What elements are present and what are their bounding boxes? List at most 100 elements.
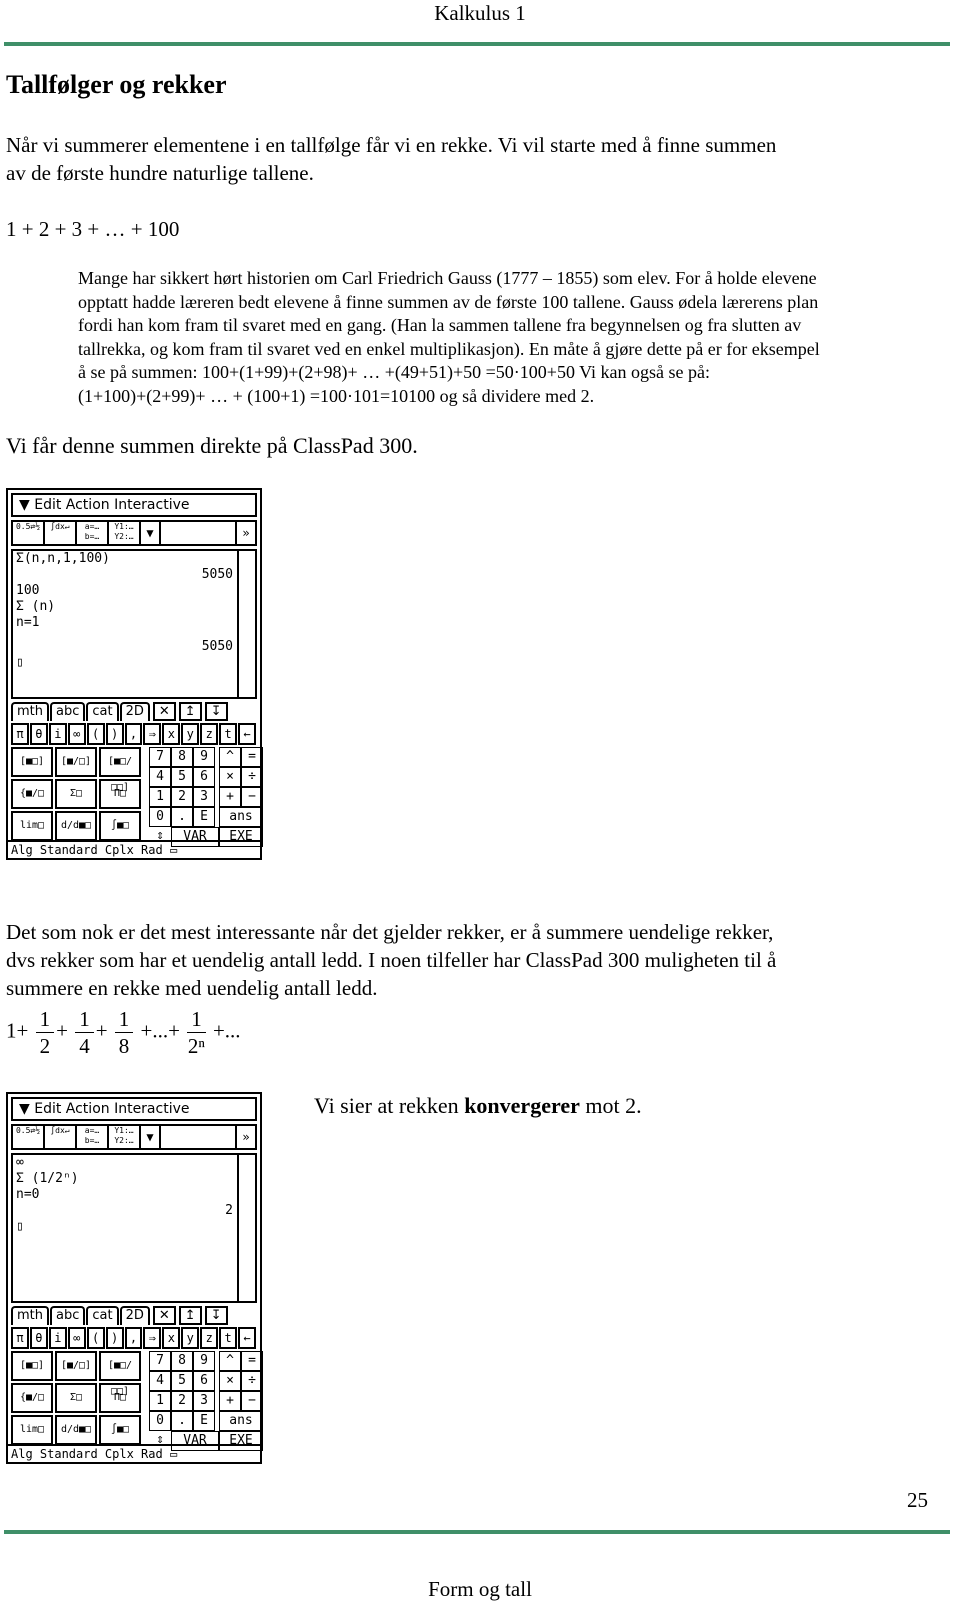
key-exp: E	[193, 1411, 215, 1431]
calc-status-bar: Alg Standard Cplx Rad ▭	[8, 840, 260, 858]
infinite-line-1: Det som nok er det mest interessante når…	[6, 920, 774, 944]
down-icon: ↧	[204, 702, 228, 721]
key-2: 2	[171, 787, 193, 807]
symbol-row: π θ i ∞ ( ) , ⇒ x y z t ←	[11, 723, 257, 745]
toolbar-assign-icon: a=… b=…	[77, 1126, 109, 1148]
key-template: Σ□	[55, 1383, 97, 1413]
key-template: [■□]	[11, 747, 53, 777]
key-backspace: ←	[238, 723, 256, 745]
gauss-line: opptatt hadde læreren bedt elevene å fin…	[78, 292, 819, 312]
key-minus: −	[241, 787, 263, 807]
gauss-line: Mange har sikkert hørt historien om Carl…	[78, 268, 817, 288]
calc-status-bar: Alg Standard Cplx Rad ▭	[8, 1444, 260, 1462]
calc-toolbar: 0.5⇄½ ∫dx↵ a=… b=… Y1:… Y2:… ▼ »	[11, 1124, 257, 1150]
key-t: t	[219, 1327, 238, 1349]
classpad-intro: Vi får denne summen direkte på ClassPad …	[6, 433, 418, 458]
calc-menu-bar: ▼ Edit Action Interactive	[11, 493, 257, 517]
calc-work-area: ∞ Σ (1/2ⁿ) n=0 2 ▯	[11, 1153, 257, 1303]
toolbar-dropdown-icon: ▼	[141, 1126, 161, 1148]
key-pi: π	[11, 1327, 29, 1349]
key-9: 9	[193, 1351, 215, 1371]
key-template: [■□/□□]	[99, 1351, 141, 1397]
tab-mth: mth	[11, 702, 49, 721]
tab-mth: mth	[11, 1306, 49, 1325]
key-minus: −	[241, 1391, 263, 1411]
calc-scrollbar	[237, 551, 255, 697]
key-9: 9	[193, 747, 215, 767]
key-t: t	[219, 723, 238, 745]
intro-line-2: av de første hundre naturlige tallene.	[6, 161, 314, 185]
key-z: z	[200, 723, 219, 745]
key-7: 7	[149, 747, 171, 767]
toolbar-dropdown-icon: ▼	[141, 522, 161, 544]
key-i: i	[48, 723, 67, 745]
toolbar-assign-icon: a=… b=…	[77, 522, 109, 544]
keypad: [■□] [■/□] [■□/□□] {■/□ Σ□ Π□ lim□ d/d■□…	[11, 747, 263, 847]
page-header: Kalkulus 1	[434, 1, 526, 25]
key-template: ∫■□	[99, 1415, 141, 1445]
tab-cat: cat	[86, 1306, 119, 1325]
fraction: 12	[35, 1006, 55, 1059]
infinite-line-3: summere en rekke med uendelig antall led…	[6, 976, 378, 1000]
tab-cat: cat	[86, 702, 119, 721]
page-footer: Form og tall	[428, 1577, 532, 1601]
key-store: ⇒	[143, 723, 162, 745]
key-template: Σ□	[55, 779, 97, 809]
key-template: lim□	[11, 811, 53, 841]
key-rparen: )	[105, 1327, 124, 1349]
calc-cursor: ▯	[16, 655, 24, 670]
keypad: [■□] [■/□] [■□/□□] {■/□ Σ□ Π□ lim□ d/d■□…	[11, 1351, 263, 1451]
key-dot: .	[171, 807, 193, 827]
toolbar-more-icon: »	[242, 1130, 250, 1144]
key-x: x	[162, 1327, 181, 1349]
key-dot: .	[171, 1411, 193, 1431]
key-pi: π	[11, 723, 29, 745]
key-5: 5	[171, 1371, 193, 1391]
close-icon: ✕	[152, 1306, 176, 1325]
key-5: 5	[171, 767, 193, 787]
key-template: d/d■□	[55, 1415, 97, 1445]
key-0: 0	[149, 807, 171, 827]
key-7: 7	[149, 1351, 171, 1371]
number-keys: 7 8 9 ^ = 4 5 6 × ÷ 1 2 3 + − 0 . E ans …	[149, 1351, 263, 1451]
key-comma: ,	[124, 1327, 143, 1349]
key-z: z	[200, 1327, 219, 1349]
key-store: ⇒	[143, 1327, 162, 1349]
key-1: 1	[149, 787, 171, 807]
key-8: 8	[171, 747, 193, 767]
tab-abc: abc	[50, 1306, 86, 1325]
toolbar-func-icon: Y1:… Y2:…	[109, 1126, 141, 1148]
key-lparen: (	[86, 1327, 105, 1349]
header-rule	[4, 42, 950, 46]
key-template: lim□	[11, 1415, 53, 1445]
fraction: 18	[114, 1006, 134, 1059]
key-6: 6	[193, 767, 215, 787]
calc-input-bottom: n=1	[16, 615, 40, 630]
calc-cursor: ▯	[16, 1219, 24, 1234]
key-4: 4	[149, 767, 171, 787]
key-power: ^	[219, 1351, 241, 1371]
key-backspace: ←	[238, 1327, 256, 1349]
key-template: Π□	[99, 1383, 141, 1413]
toolbar-integral-icon: ∫dx↵	[45, 522, 77, 544]
key-y: y	[181, 1327, 200, 1349]
key-template: [■/□]	[55, 1351, 97, 1381]
sum-expression: 1 + 2 + 3 + … + 100	[6, 217, 180, 241]
menu-chevron-icon: ▼	[19, 1101, 35, 1117]
gauss-line: å se på summen: 100+(1+99)+(2+98)+ … +(4…	[78, 362, 711, 382]
key-multiply: ×	[219, 767, 241, 787]
key-power: ^	[219, 747, 241, 767]
toolbar-func-icon: Y1:… Y2:…	[109, 522, 141, 544]
calc-result: 2	[225, 1203, 233, 1218]
key-template: [■/□]	[55, 747, 97, 777]
key-template: {■/□	[11, 779, 53, 809]
key-2: 2	[171, 1391, 193, 1411]
classpad-screenshot-1: ▼ Edit Action Interactive 0.5⇄½ ∫dx↵ a=……	[6, 488, 263, 860]
key-template: {■/□	[11, 1383, 53, 1413]
footer-rule	[4, 1530, 950, 1534]
close-icon: ✕	[152, 702, 176, 721]
classpad-screenshot-2: ▼ Edit Action Interactive 0.5⇄½ ∫dx↵ a=……	[6, 1092, 263, 1464]
up-icon: ↥	[178, 1306, 202, 1325]
calc-result: 5050	[201, 639, 233, 654]
key-exp: E	[193, 807, 215, 827]
